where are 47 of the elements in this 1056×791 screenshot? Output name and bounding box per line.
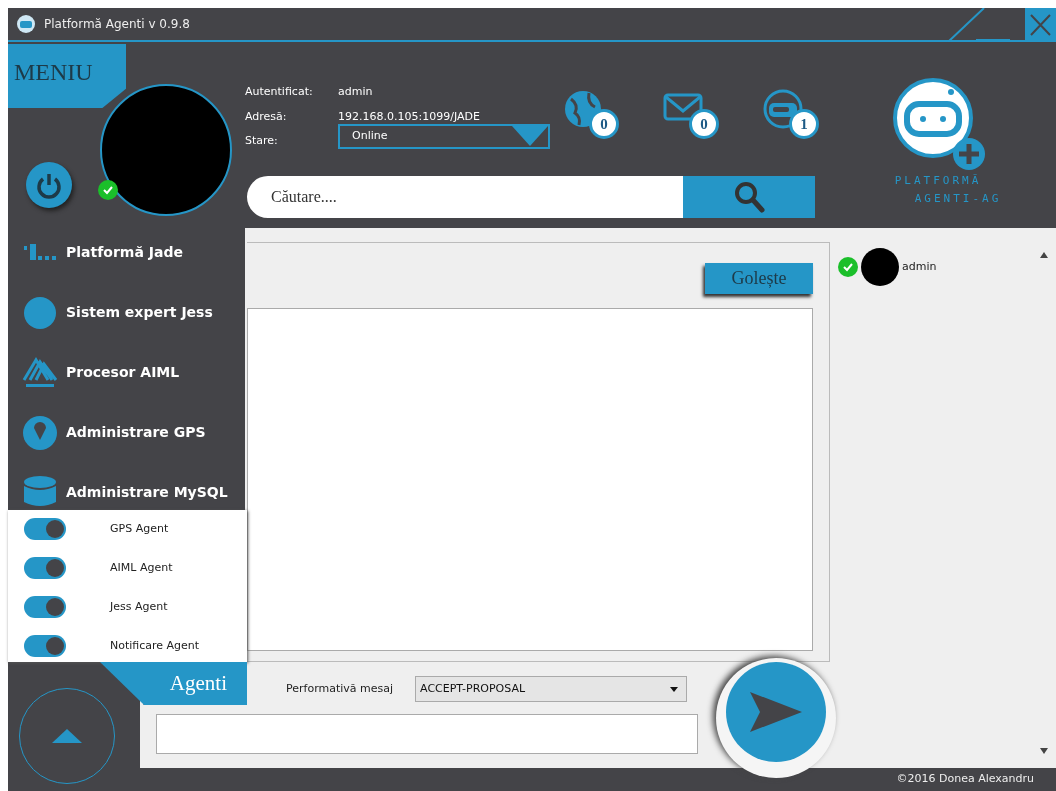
close-button[interactable]: [1025, 8, 1056, 42]
logo-text: AGENTI-AG: [914, 190, 1002, 207]
agent-label: Jess Agent: [110, 598, 168, 615]
field-label: Performativă mesaj: [286, 680, 394, 697]
sidebar-item[interactable]: Sistem expert Jess: [22, 294, 245, 330]
toggle-switch[interactable]: [24, 557, 66, 579]
user-avatar: [861, 248, 899, 286]
count-badge: 1: [789, 109, 819, 139]
agent-label: AIML Agent: [110, 559, 173, 576]
field-label: Adresă:: [245, 108, 288, 125]
toggle-switch[interactable]: [24, 518, 66, 540]
search-button[interactable]: [683, 176, 815, 218]
search-field[interactable]: Căutare....: [247, 176, 683, 218]
location-pin-icon: [22, 414, 58, 450]
copyright-text: ©2016 Donea Alexandru: [895, 771, 1035, 788]
dropdown-arrow-icon: [670, 686, 679, 692]
agent-label: GPS Agent: [110, 520, 169, 537]
field-label: Stare:: [245, 133, 279, 149]
scroll-up-icon[interactable]: [1040, 252, 1048, 258]
field-value: 192.168.0.105:1099/JADE: [338, 108, 481, 125]
sidebar-item[interactable]: Procesor AIML: [22, 354, 245, 390]
sidebar-item[interactable]: Platformă Jade: [22, 234, 245, 270]
window-title: Platformă Agenti v 0.9.8: [44, 16, 190, 33]
message-input-field[interactable]: [156, 714, 698, 754]
status-dropdown[interactable]: Online: [338, 124, 550, 149]
sidebar-item[interactable]: Administrare MySQL: [22, 474, 245, 510]
toggle-switch[interactable]: [24, 596, 66, 618]
menu-tab[interactable]: MENIU: [8, 44, 126, 108]
field-label: Autentificat:: [245, 84, 314, 100]
up-triangle-icon: [52, 727, 82, 745]
logo-text: PLATFORMĂ: [894, 173, 982, 189]
field-value: admin: [338, 84, 374, 100]
clear-button[interactable]: Golește: [705, 263, 813, 294]
sidebar-item[interactable]: Administrare GPS: [22, 414, 245, 450]
performative-dropdown[interactable]: ACCEPT-PROPOSAL: [415, 676, 688, 702]
agent-label: Notificare Agent: [110, 637, 200, 654]
dropdown-arrow-icon: [512, 125, 548, 148]
app-logo-icon: [16, 14, 36, 34]
toggle-switch[interactable]: [24, 635, 66, 657]
user-name[interactable]: admin: [902, 258, 937, 276]
power-button[interactable]: [26, 162, 72, 208]
scroll-down-icon[interactable]: [1040, 748, 1048, 754]
search-icon: [733, 180, 765, 214]
count-badge: 0: [589, 109, 619, 139]
count-badge: 0: [689, 109, 719, 139]
power-icon: [35, 171, 63, 199]
send-icon: [748, 690, 804, 734]
